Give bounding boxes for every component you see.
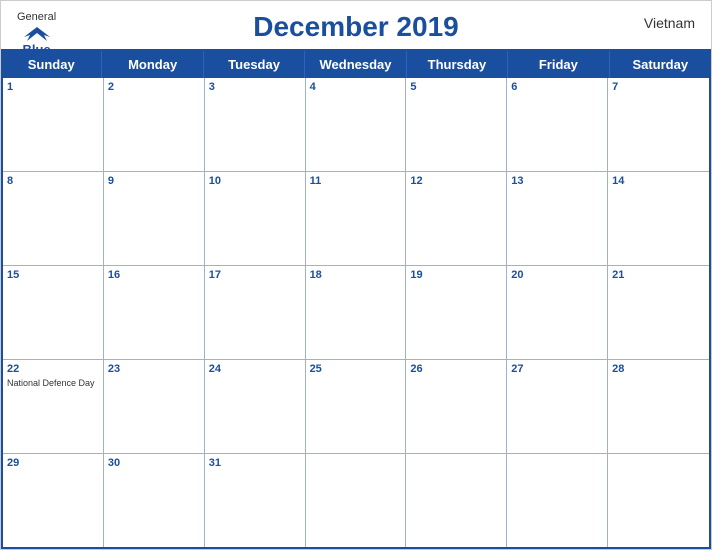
day-header-monday: Monday bbox=[102, 51, 203, 78]
calendar-page: General Blue December 2019 Vietnam Sunda… bbox=[0, 0, 712, 550]
calendar-header: General Blue December 2019 Vietnam bbox=[1, 1, 711, 49]
day-number: 12 bbox=[410, 174, 502, 188]
day-header-thursday: Thursday bbox=[407, 51, 508, 78]
day-number: 21 bbox=[612, 268, 705, 282]
day-cell: 31 bbox=[205, 454, 306, 547]
day-cell: 18 bbox=[306, 266, 407, 359]
day-header-tuesday: Tuesday bbox=[204, 51, 305, 78]
day-number: 26 bbox=[410, 362, 502, 376]
week-row-1: 1234567 bbox=[3, 78, 709, 172]
day-number: 5 bbox=[410, 80, 502, 94]
day-header-friday: Friday bbox=[508, 51, 609, 78]
day-number: 29 bbox=[7, 456, 99, 470]
day-cell: 22 National Defence Day bbox=[3, 360, 104, 453]
day-cell: 14 bbox=[608, 172, 709, 265]
calendar-weeks: 12345678910111213141516171819202122Natio… bbox=[1, 78, 711, 549]
day-cell: 21 bbox=[608, 266, 709, 359]
logo-general: General bbox=[17, 11, 56, 23]
day-number: 18 bbox=[310, 268, 402, 282]
generalblue-logo: General Blue bbox=[17, 11, 56, 57]
day-number: 14 bbox=[612, 174, 705, 188]
day-cell: 12 bbox=[406, 172, 507, 265]
day-number: 3 bbox=[209, 80, 301, 94]
calendar-country: Vietnam bbox=[644, 15, 695, 31]
day-cell: 13 bbox=[507, 172, 608, 265]
holiday-label: National Defence Day bbox=[7, 378, 99, 389]
day-cell: 3 bbox=[205, 78, 306, 171]
day-cell: 24 bbox=[205, 360, 306, 453]
day-number: 17 bbox=[209, 268, 301, 282]
day-number: 1 bbox=[7, 80, 99, 94]
day-cell: 17 bbox=[205, 266, 306, 359]
day-cell: 26 bbox=[406, 360, 507, 453]
day-number: 4 bbox=[310, 80, 402, 94]
day-cell bbox=[507, 454, 608, 547]
week-row-2: 89 10 11 12 13 14 bbox=[3, 172, 709, 266]
day-number: 23 bbox=[108, 362, 200, 376]
day-cell: 5 bbox=[406, 78, 507, 171]
day-cell bbox=[406, 454, 507, 547]
day-number: 13 bbox=[511, 174, 603, 188]
day-number: 24 bbox=[209, 362, 301, 376]
day-number: 11 bbox=[310, 174, 402, 188]
day-cell: 9 bbox=[104, 172, 205, 265]
logo-blue: Blue bbox=[22, 43, 50, 57]
day-cell bbox=[306, 454, 407, 547]
day-number: 25 bbox=[310, 362, 402, 376]
day-number: 20 bbox=[511, 268, 603, 282]
day-cell: 7 bbox=[608, 78, 709, 171]
day-number: 22 bbox=[7, 362, 99, 376]
day-number: 30 bbox=[108, 456, 200, 470]
day-cell: 27 bbox=[507, 360, 608, 453]
day-number: 9 bbox=[108, 174, 200, 188]
week-row-3: 15 16 17 18 19 20 21 bbox=[3, 266, 709, 360]
week-row-5: 29 30 31 bbox=[3, 454, 709, 547]
day-number: 10 bbox=[209, 174, 301, 188]
calendar-grid: SundayMondayTuesdayWednesdayThursdayFrid… bbox=[1, 49, 711, 549]
week-row-4: 22 National Defence Day 23 24 25 26 27 28 bbox=[3, 360, 709, 454]
day-cell: 4 bbox=[306, 78, 407, 171]
day-number: 19 bbox=[410, 268, 502, 282]
day-number: 27 bbox=[511, 362, 603, 376]
day-cell: 2 bbox=[104, 78, 205, 171]
day-cell: 30 bbox=[104, 454, 205, 547]
day-number: 15 bbox=[7, 268, 99, 282]
logo-bird-icon bbox=[22, 23, 52, 43]
day-cell: 6 bbox=[507, 78, 608, 171]
day-cell: 10 bbox=[205, 172, 306, 265]
day-number: 2 bbox=[108, 80, 200, 94]
day-header-saturday: Saturday bbox=[610, 51, 711, 78]
day-cell: 19 bbox=[406, 266, 507, 359]
day-cell: 15 bbox=[3, 266, 104, 359]
day-cell: 29 bbox=[3, 454, 104, 547]
day-cell: 11 bbox=[306, 172, 407, 265]
day-headers-row: SundayMondayTuesdayWednesdayThursdayFrid… bbox=[1, 51, 711, 78]
day-number: 31 bbox=[209, 456, 301, 470]
day-cell: 28 bbox=[608, 360, 709, 453]
day-cell bbox=[608, 454, 709, 547]
day-cell: 23 bbox=[104, 360, 205, 453]
day-cell: 20 bbox=[507, 266, 608, 359]
day-cell: 1 bbox=[3, 78, 104, 171]
day-number: 6 bbox=[511, 80, 603, 94]
day-header-wednesday: Wednesday bbox=[305, 51, 406, 78]
day-cell: 16 bbox=[104, 266, 205, 359]
day-number: 28 bbox=[612, 362, 705, 376]
day-number: 7 bbox=[612, 80, 705, 94]
day-cell: 25 bbox=[306, 360, 407, 453]
day-cell: 8 bbox=[3, 172, 104, 265]
day-number: 16 bbox=[108, 268, 200, 282]
day-number: 8 bbox=[7, 174, 99, 188]
calendar-title: December 2019 bbox=[253, 11, 458, 43]
